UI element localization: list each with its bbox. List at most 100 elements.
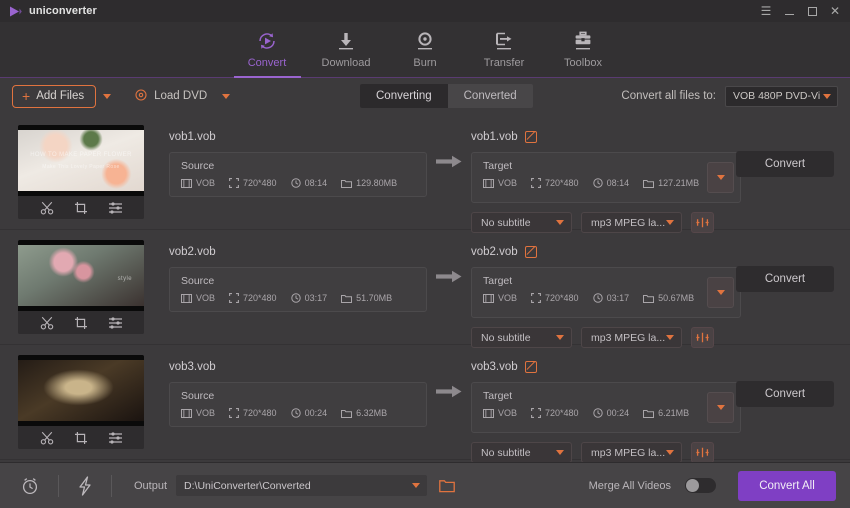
chevron-down-icon: [666, 450, 674, 455]
source-size: 51.70MB: [341, 293, 392, 303]
edit-icon[interactable]: [524, 131, 537, 143]
target-size: 6.21MB: [643, 408, 689, 418]
audio-select[interactable]: mp3 MPEG la...: [581, 442, 682, 462]
target-file-name: vob3.vob: [471, 361, 518, 373]
title-bar: uniconverter ☰ ✕: [0, 0, 850, 22]
maximize-icon[interactable]: [805, 4, 819, 18]
folder-icon: [341, 179, 353, 188]
subtitle-select[interactable]: No subtitle: [471, 442, 572, 462]
target-file-name-row: vob3.vob: [471, 361, 741, 373]
chevron-down-icon: [716, 175, 725, 180]
crop-icon[interactable]: [74, 431, 88, 445]
nav-label-transfer: Transfer: [483, 57, 525, 69]
crop-icon[interactable]: [74, 316, 88, 330]
target-format: VOB: [483, 293, 517, 303]
global-format-select[interactable]: VOB 480P DVD-Vi: [725, 85, 838, 107]
edit-icon[interactable]: [524, 246, 537, 258]
burn-icon: [414, 30, 436, 52]
convert-all-button[interactable]: Convert All: [738, 470, 836, 501]
close-icon[interactable]: ✕: [828, 4, 842, 18]
target-column: vob2.vob Target VOB 720*480 03:17 50.67M…: [471, 240, 834, 348]
trim-icon[interactable]: [40, 316, 54, 330]
subtitle-value: No subtitle: [481, 331, 531, 344]
alarm-clock-icon[interactable]: [20, 476, 40, 496]
source-info-box: Source VOB 720*480 03:17 51.70MB: [169, 267, 427, 312]
tab-converted[interactable]: Converted: [448, 84, 533, 108]
source-size: 129.80MB: [341, 178, 397, 188]
nav-item-download[interactable]: Download: [307, 22, 386, 77]
target-file-name: vob2.vob: [471, 246, 518, 258]
merge-all-toggle[interactable]: [685, 478, 716, 493]
video-thumbnail[interactable]: [18, 355, 144, 449]
crop-icon[interactable]: [74, 201, 88, 215]
merge-all-label: Merge All Videos: [588, 479, 671, 492]
nav-label-download: Download: [321, 57, 371, 69]
menu-icon[interactable]: ☰: [759, 4, 773, 18]
edit-icon[interactable]: [524, 361, 537, 373]
convert-arrow-icon: [427, 355, 471, 398]
target-info-box: Target VOB 720*480 08:14 127.21MB: [471, 152, 741, 203]
convert-arrow-icon: [427, 125, 471, 168]
add-track-icon: [696, 332, 709, 343]
output-path-select[interactable]: D:\UniConverter\Converted: [176, 475, 428, 496]
audio-value: mp3 MPEG la...: [591, 331, 666, 344]
convert-button[interactable]: Convert: [736, 151, 834, 177]
nav-item-toolbox[interactable]: Toolbox: [544, 22, 623, 77]
target-format-dropdown-button[interactable]: [707, 392, 734, 423]
source-duration: 00:24: [290, 408, 327, 418]
tab-converting[interactable]: Converting: [360, 84, 448, 108]
clock-icon: [592, 408, 603, 418]
load-dvd-dropdown-caret-icon[interactable]: [222, 93, 231, 99]
add-audio-track-button[interactable]: [691, 442, 714, 462]
source-format: VOB: [181, 408, 215, 418]
add-files-button[interactable]: + Add Files: [12, 84, 97, 108]
target-size: 127.21MB: [643, 178, 699, 188]
source-title: Source: [181, 275, 215, 287]
target-format-dropdown-button[interactable]: [707, 277, 734, 308]
add-files-dropdown-caret-icon[interactable]: [103, 93, 112, 99]
subtitle-value: No subtitle: [481, 446, 531, 459]
target-title: Target: [483, 275, 513, 287]
plus-icon: +: [22, 87, 31, 104]
table-row: HOW TO MAKE PAPER FLOWER Make This Lovel…: [0, 115, 850, 233]
trim-icon[interactable]: [40, 201, 54, 215]
nav-item-transfer[interactable]: Transfer: [465, 22, 544, 77]
nav-item-convert[interactable]: Convert: [228, 22, 307, 78]
clock-icon: [592, 293, 603, 303]
film-icon: [483, 178, 494, 188]
source-column: vob1.vob Source VOB 720*480 08:14 129.80…: [169, 125, 427, 197]
load-dvd-button[interactable]: Load DVD: [135, 88, 231, 104]
divider: [111, 474, 112, 497]
effects-icon[interactable]: [108, 201, 123, 215]
app-brand: uniconverter: [9, 5, 97, 18]
effects-icon[interactable]: [108, 431, 123, 445]
app-logo-icon: [9, 5, 22, 18]
add-files-label: Add Files: [36, 90, 85, 102]
video-thumbnail[interactable]: style: [18, 240, 144, 334]
target-format: VOB: [483, 408, 517, 418]
convert-button[interactable]: Convert: [736, 381, 834, 407]
video-thumbnail[interactable]: HOW TO MAKE PAPER FLOWER Make This Lovel…: [18, 125, 144, 219]
target-format-dropdown-button[interactable]: [707, 162, 734, 193]
convert-button[interactable]: Convert: [736, 266, 834, 292]
divider: [58, 474, 59, 497]
film-icon: [483, 408, 494, 418]
source-info-box: Source VOB 720*480 00:24 6.32MB: [169, 382, 427, 427]
target-format: VOB: [483, 178, 517, 188]
lightning-icon[interactable]: [77, 475, 93, 496]
target-file-name-row: vob1.vob: [471, 131, 741, 143]
resize-icon: [229, 408, 239, 418]
clock-icon: [290, 178, 301, 188]
bottom-bar: Output D:\UniConverter\Converted Merge A…: [0, 462, 850, 508]
audio-value: mp3 MPEG la...: [591, 216, 666, 229]
effects-icon[interactable]: [108, 316, 123, 330]
thumbnail-image: style: [18, 240, 144, 311]
minimize-icon[interactable]: [782, 4, 796, 18]
trim-icon[interactable]: [40, 431, 54, 445]
folder-icon: [643, 409, 655, 418]
download-icon: [335, 30, 357, 52]
film-icon: [483, 293, 494, 303]
open-folder-icon[interactable]: [439, 479, 456, 493]
nav-item-burn[interactable]: Burn: [386, 22, 465, 77]
nav-label-burn: Burn: [413, 57, 437, 69]
